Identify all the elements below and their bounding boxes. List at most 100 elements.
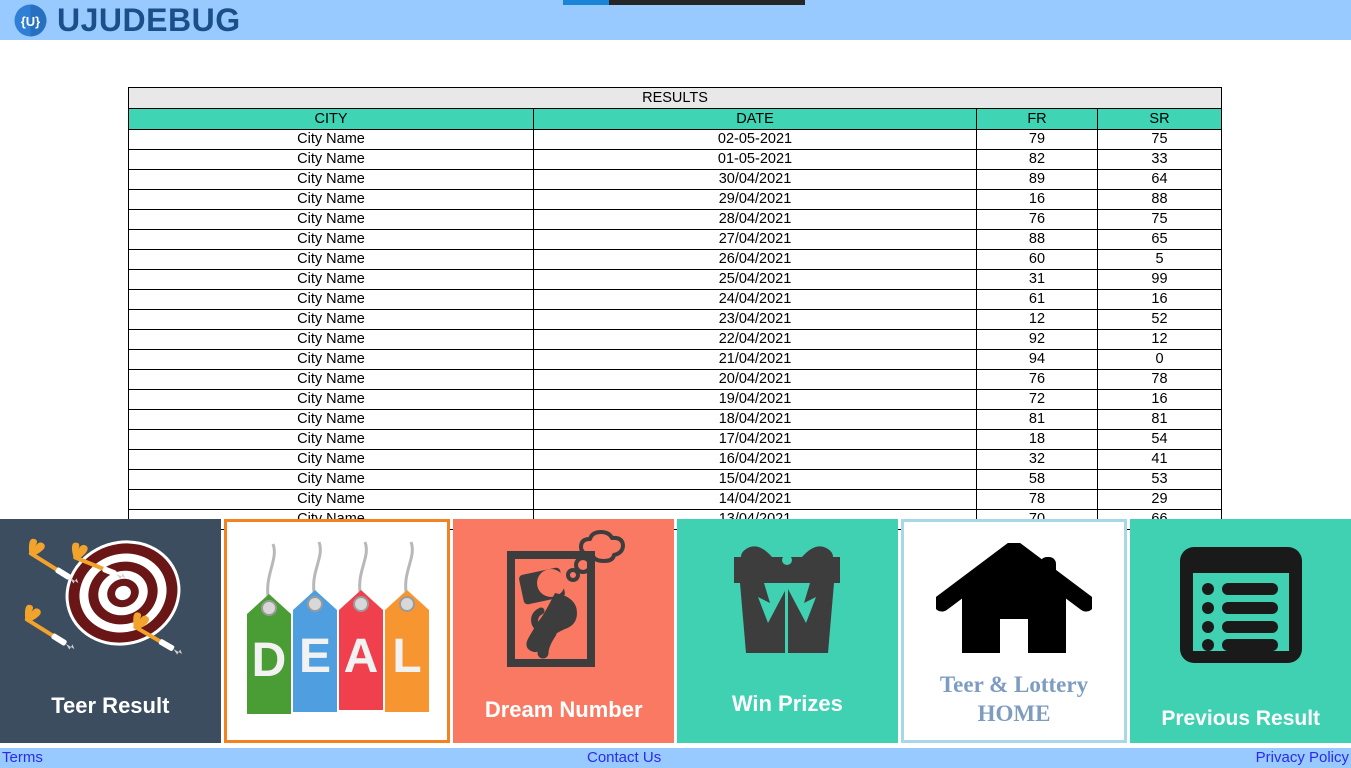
cell-fr: 79 [976,129,1098,150]
cell-city: City Name [128,169,534,190]
table-row[interactable]: City Name 22/04/2021 92 12 [128,329,1222,350]
promo-card-deal[interactable]: D E A L [223,519,451,743]
table-row[interactable]: City Name 01-05-2021 82 33 [128,149,1222,170]
footer-link-privacy-policy[interactable]: Privacy Policy [1256,748,1349,768]
cell-date: 26/04/2021 [533,249,977,270]
promo-label-teer-result: Teer Result [51,693,170,718]
table-row[interactable]: City Name 20/04/2021 76 78 [128,369,1222,390]
site-footer: Terms Contact Us Privacy Policy [0,748,1351,768]
svg-text:{U}: {U} [21,14,41,29]
column-header-city[interactable]: CITY [128,108,534,130]
cell-date: 16/04/2021 [533,449,977,470]
cell-sr: 16 [1097,289,1222,310]
cell-city: City Name [128,409,534,430]
table-row[interactable]: City Name 17/04/2021 18 54 [128,429,1222,450]
site-header: {U} UJUDEBUG [0,0,1351,40]
footer-link-terms[interactable]: Terms [2,748,43,768]
cell-fr: 94 [976,349,1098,370]
cell-sr: 64 [1097,169,1222,190]
cell-date: 23/04/2021 [533,309,977,330]
cell-city: City Name [128,149,534,170]
table-row[interactable]: City Name 30/04/2021 89 64 [128,169,1222,190]
cell-date: 20/04/2021 [533,369,977,390]
cell-sr: 75 [1097,129,1222,150]
cell-sr: 12 [1097,329,1222,350]
cell-sr: 78 [1097,369,1222,390]
column-header-fr[interactable]: FR [976,108,1098,130]
cell-sr: 88 [1097,189,1222,210]
promo-card-teer-result[interactable]: Teer Result [0,519,221,743]
cell-sr: 81 [1097,409,1222,430]
table-title: RESULTS [128,87,1222,109]
promo-card-win-prizes[interactable]: Win Prizes [677,519,898,743]
table-row[interactable]: City Name 24/04/2021 61 16 [128,289,1222,310]
cell-date: 24/04/2021 [533,289,977,310]
cell-date: 21/04/2021 [533,349,977,370]
cell-sr: 16 [1097,389,1222,410]
cell-fr: 61 [976,289,1098,310]
table-row[interactable]: City Name 16/04/2021 32 41 [128,449,1222,470]
svg-text:D: D [252,634,287,687]
ujudebug-logo-icon[interactable]: {U} [14,4,47,37]
table-row[interactable]: City Name 29/04/2021 16 88 [128,189,1222,210]
cell-fr: 32 [976,449,1098,470]
cell-sr: 52 [1097,309,1222,330]
cell-fr: 89 [976,169,1098,190]
cell-sr: 5 [1097,249,1222,270]
cell-fr: 78 [976,489,1098,510]
cell-city: City Name [128,269,534,290]
cell-fr: 88 [976,229,1098,250]
sleeping-person-icon [453,527,674,677]
table-row[interactable]: City Name 23/04/2021 12 52 [128,309,1222,330]
footer-link-contact-us[interactable]: Contact Us [587,748,661,768]
dartboard-icon [0,527,221,677]
table-row[interactable]: City Name 02-05-2021 79 75 [128,129,1222,150]
column-header-sr[interactable]: SR [1097,108,1222,130]
cell-date: 17/04/2021 [533,429,977,450]
promo-card-teer-lottery-home[interactable]: Teer & Lottery HOME [900,519,1128,743]
page-loading-bar [563,0,805,5]
cell-date: 27/04/2021 [533,229,977,250]
cell-sr: 53 [1097,469,1222,490]
table-row[interactable]: City Name 18/04/2021 81 81 [128,409,1222,430]
table-row[interactable]: City Name 19/04/2021 72 16 [128,389,1222,410]
cell-fr: 72 [976,389,1098,410]
cell-fr: 31 [976,269,1098,290]
promo-label-win-prizes: Win Prizes [731,691,843,716]
results-table: RESULTS CITY DATE FR SR City Name 02-05-2… [128,87,1222,530]
deal-tags-icon: D E A L [227,536,448,734]
cell-city: City Name [128,249,534,270]
cell-sr: 41 [1097,449,1222,470]
table-row[interactable]: City Name 27/04/2021 88 65 [128,229,1222,250]
cell-fr: 81 [976,409,1098,430]
cell-date: 02-05-2021 [533,129,977,150]
cell-date: 15/04/2021 [533,469,977,490]
cell-city: City Name [128,369,534,390]
gift-box-icon [677,527,898,677]
cell-city: City Name [128,229,534,250]
table-row[interactable]: City Name 26/04/2021 60 5 [128,249,1222,270]
svg-text:A: A [344,630,379,683]
promo-card-previous-result[interactable]: Previous Result [1130,519,1351,743]
table-row[interactable]: City Name 28/04/2021 76 75 [128,209,1222,230]
cell-sr: 99 [1097,269,1222,290]
brand-title: UJUDEBUG [57,2,241,38]
cell-city: City Name [128,329,534,350]
cell-date: 30/04/2021 [533,169,977,190]
table-row[interactable]: City Name 14/04/2021 78 29 [128,489,1222,510]
cell-fr: 18 [976,429,1098,450]
table-row[interactable]: City Name 25/04/2021 31 99 [128,269,1222,290]
table-row[interactable]: City Name 15/04/2021 58 53 [128,469,1222,490]
cell-city: City Name [128,309,534,330]
cell-city: City Name [128,469,534,490]
cell-fr: 92 [976,329,1098,350]
table-row[interactable]: City Name 21/04/2021 94 0 [128,349,1222,370]
cell-fr: 76 [976,369,1098,390]
cell-sr: 29 [1097,489,1222,510]
column-header-date[interactable]: DATE [533,108,977,130]
cell-city: City Name [128,209,534,230]
cell-date: 25/04/2021 [533,269,977,290]
cell-date: 29/04/2021 [533,189,977,210]
promo-card-dream-number[interactable]: Dream Number [453,519,675,743]
cell-city: City Name [128,389,534,410]
